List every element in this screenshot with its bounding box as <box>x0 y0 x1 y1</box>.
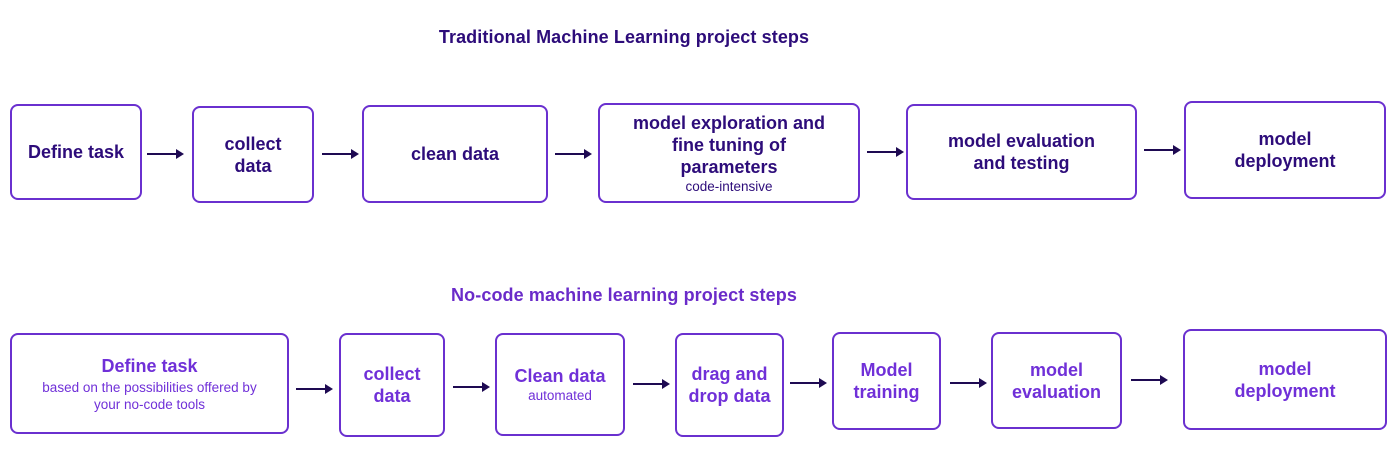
nocode-step-drag-and-drop: drag and drop data <box>675 333 784 437</box>
step-label: clean data <box>410 144 500 164</box>
nocode-step-model-evaluation: model evaluation <box>991 332 1122 429</box>
arrow-right-icon <box>790 378 827 388</box>
arrow-right-icon <box>322 149 359 159</box>
arrow-right-icon <box>296 384 333 394</box>
arrow-right-icon <box>555 149 592 159</box>
traditional-step-model-deployment: model deployment <box>1184 101 1386 199</box>
step-sublabel: based on the possibilities offered by yo… <box>42 379 257 412</box>
step-label: model deployment <box>1234 129 1336 171</box>
step-label: model exploration and fine tuning of par… <box>632 112 826 177</box>
traditional-step-model-exploration: model exploration and fine tuning of par… <box>598 103 860 203</box>
nocode-title: No-code machine learning project steps <box>451 285 797 305</box>
arrow-right-icon <box>633 379 670 389</box>
step-label: model evaluation and testing <box>947 131 1096 173</box>
traditional-title: Traditional Machine Learning project ste… <box>438 27 810 47</box>
traditional-step-collect-data: collect data <box>192 106 314 203</box>
step-label: Model training <box>853 360 920 402</box>
step-label: model evaluation <box>1011 359 1102 402</box>
step-label: Define task <box>101 355 198 376</box>
traditional-step-model-evaluation: model evaluation and testing <box>906 104 1137 200</box>
arrow-right-icon <box>1131 375 1168 385</box>
arrow-right-icon <box>950 378 987 388</box>
step-sublabel: automated <box>528 388 592 403</box>
traditional-step-define-task: Define task <box>10 104 142 200</box>
step-label: Clean data <box>514 366 606 386</box>
traditional-step-clean-data: clean data <box>362 105 548 203</box>
step-label: collect data <box>224 133 282 176</box>
nocode-step-define-task: Define task based on the possibilities o… <box>10 333 289 434</box>
step-label: collect data <box>363 364 421 406</box>
arrow-right-icon <box>147 149 184 159</box>
step-label: model deployment <box>1234 358 1336 401</box>
nocode-step-clean-data: Clean data automated <box>495 333 625 436</box>
arrow-right-icon <box>453 382 490 392</box>
step-label: drag and drop data <box>688 364 771 406</box>
nocode-step-model-training: Model training <box>832 332 941 430</box>
arrow-right-icon <box>867 147 904 157</box>
arrow-right-icon <box>1144 145 1181 155</box>
step-sublabel: code-intensive <box>685 178 773 194</box>
nocode-step-collect-data: collect data <box>339 333 445 437</box>
nocode-step-model-deployment: model deployment <box>1183 329 1387 430</box>
step-label: Define task <box>27 142 125 162</box>
